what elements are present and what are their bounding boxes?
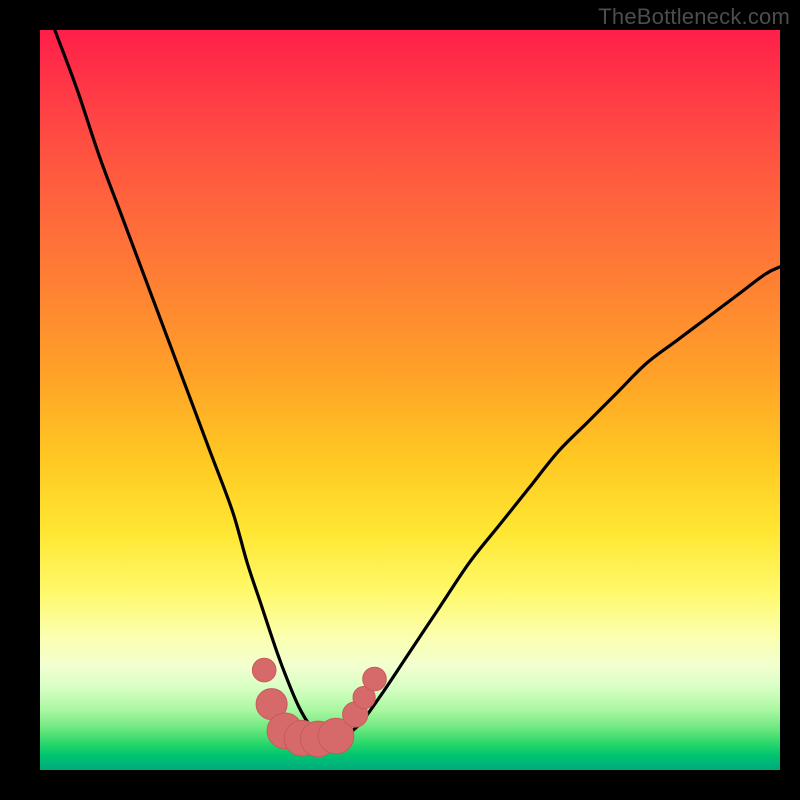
plot-area [40,30,780,770]
data-marker [363,667,387,691]
watermark-text: TheBottleneck.com [598,4,790,30]
bottleneck-curve [55,30,780,741]
chart-frame: TheBottleneck.com [0,0,800,800]
curve-svg [40,30,780,770]
data-markers [252,658,386,756]
data-marker [252,658,276,682]
